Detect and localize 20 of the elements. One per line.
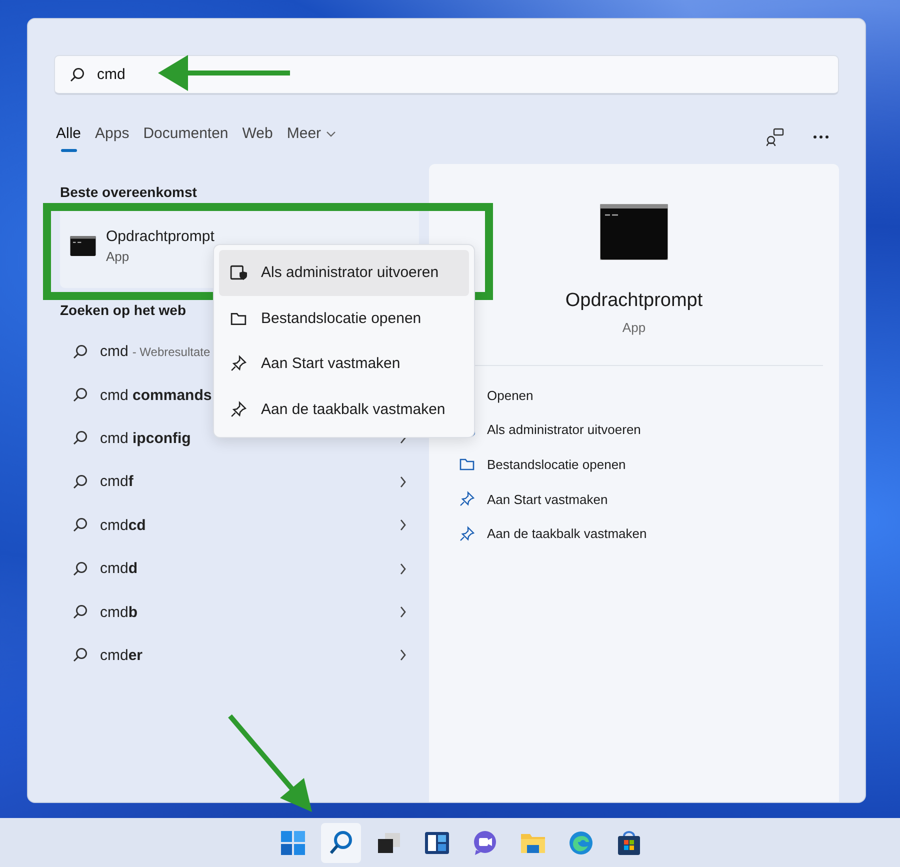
app-type: App [622, 320, 646, 335]
result-text: cmd commands [100, 386, 212, 404]
result-text: cmdf [100, 473, 134, 490]
action-label: Aan Start vastmaken [487, 492, 608, 507]
result-source: - Webresultate [132, 344, 210, 359]
action-label: Bestandslocatie openen [487, 456, 626, 472]
result-text: cmdd [100, 560, 138, 578]
action-label: Aan de taakbalk vastmaken [487, 526, 647, 542]
result-text: cmder [100, 646, 143, 664]
action-label: Als administrator uitvoeren [487, 422, 641, 438]
app-type: App [106, 249, 130, 264]
section-heading: Beste overeenkomst [60, 184, 197, 200]
result-text: cmdb [100, 604, 138, 621]
app-name: Opdrachtprompt [565, 290, 703, 312]
result-text: cmd ipconfig [100, 430, 191, 447]
action-label: Openen [487, 388, 534, 403]
result-text: cmdcd [100, 516, 146, 534]
app-name: Opdrachtprompt [106, 228, 214, 245]
result-text: cmd [100, 343, 128, 360]
section-heading: Zoeken op het web [60, 302, 186, 318]
